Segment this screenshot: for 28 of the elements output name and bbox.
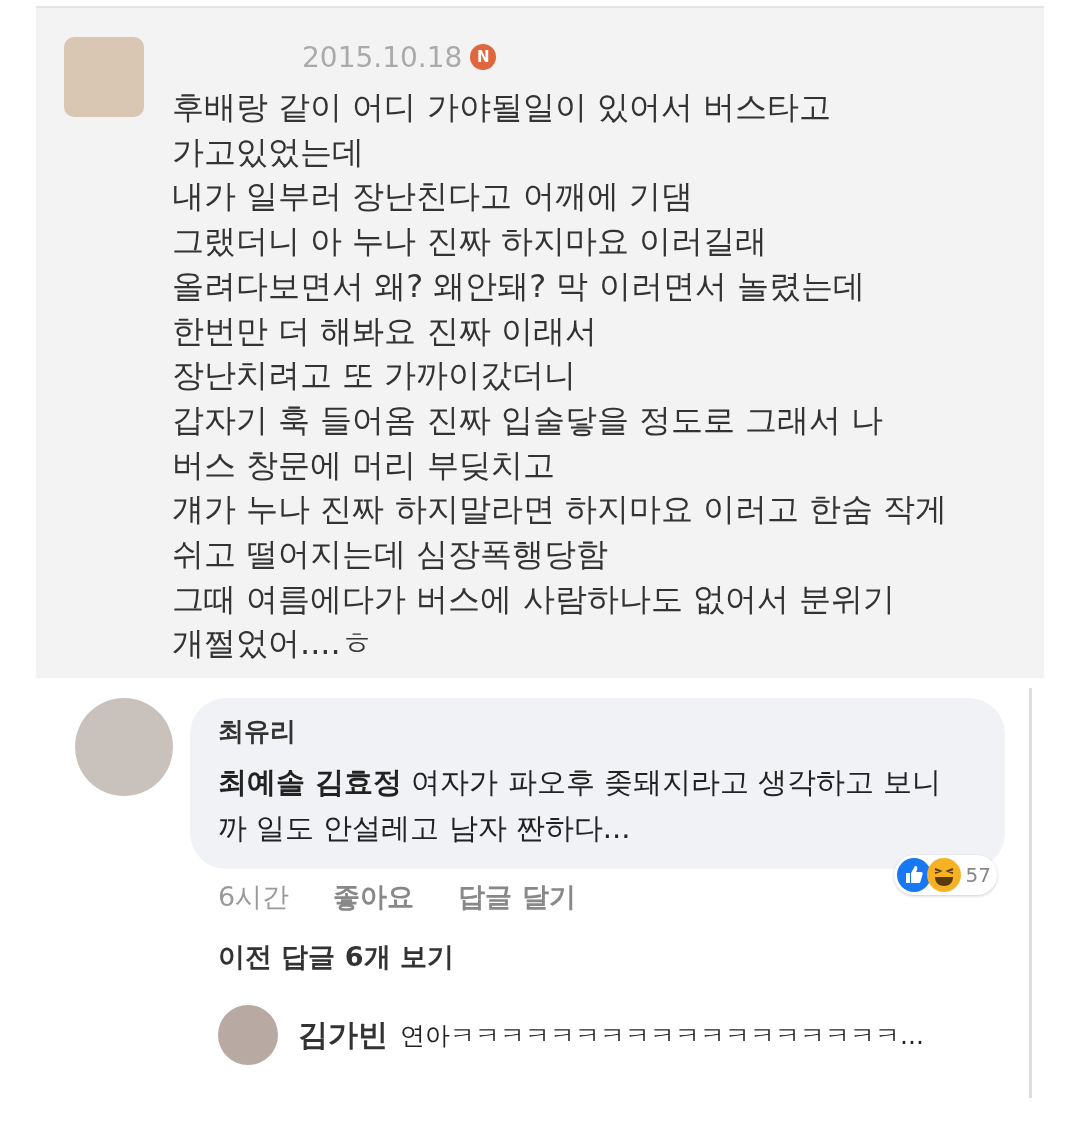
post-text-line: 후배랑 같이 어디 가야될일이 있어서 버스타고 [172, 87, 832, 128]
post-text-line: 내가 일부러 장난친다고 어깨에 기댐 [172, 176, 694, 218]
post-text-line: 그때 여름에다가 버스에 사람하나도 없어서 분위기 [172, 578, 896, 620]
post-text-line: 걔가 누나 진짜 하지말라면 하지마요 이러고 한숨 작게 [172, 489, 948, 531]
comment-action-link[interactable]: 좋아요 [333, 879, 415, 915]
reply-text: 연아ㅋㅋㅋㅋㅋㅋㅋㅋㅋㅋㅋㅋㅋㅋㅋㅋㅋㅋ... [400, 1019, 924, 1052]
comment-action-link[interactable]: 답글 달기 [458, 879, 576, 915]
reply-author[interactable]: 김가빈 [298, 1014, 388, 1056]
post-text-line: 버스 창문에 머리 부딪치고 [172, 444, 556, 486]
post-text-line: 그랬더니 아 누나 진짜 하지마요 이러길래 [172, 221, 768, 263]
reaction-count: 57 [965, 863, 991, 887]
post-text-line: 한번만 더 해봐요 진짜 이래서 [172, 310, 598, 352]
post-text-line: 올려다보면서 왜? 왜안돼? 막 이러면서 놀렸는데 [172, 265, 866, 307]
post-text-line: 개쩔었어....ㅎ [172, 623, 374, 665]
reaction-summary[interactable]: 57 [893, 855, 997, 895]
thumbs-up-icon [895, 857, 932, 893]
post-text-line: 장난치려고 또 가까이갔더니 [172, 355, 578, 397]
comment-author[interactable]: 최유리 [218, 714, 977, 749]
avatar [218, 1005, 278, 1065]
new-badge: N [470, 44, 497, 70]
post-date: 2015.10.18 [302, 40, 463, 74]
comment-text: 최예솔 김효정 여자가 파오후 좆돼지라고 생각하고 보니까 일도 안설레고 남자 짠하다... [218, 764, 943, 847]
view-previous-replies-link[interactable]: 이전 답글 6개 보기 [218, 939, 1005, 975]
comment-time: 6시간 [218, 880, 290, 914]
laughing-face-icon [925, 857, 962, 893]
post-text-line: 쉬고 떨어지는데 심장폭행당함 [172, 534, 610, 576]
post-text-line: 갑자기 훅 들어옴 진짜 입술닿을 정도로 그래서 나 [172, 399, 885, 441]
post-text-line: 가고있었는데 [172, 131, 365, 173]
